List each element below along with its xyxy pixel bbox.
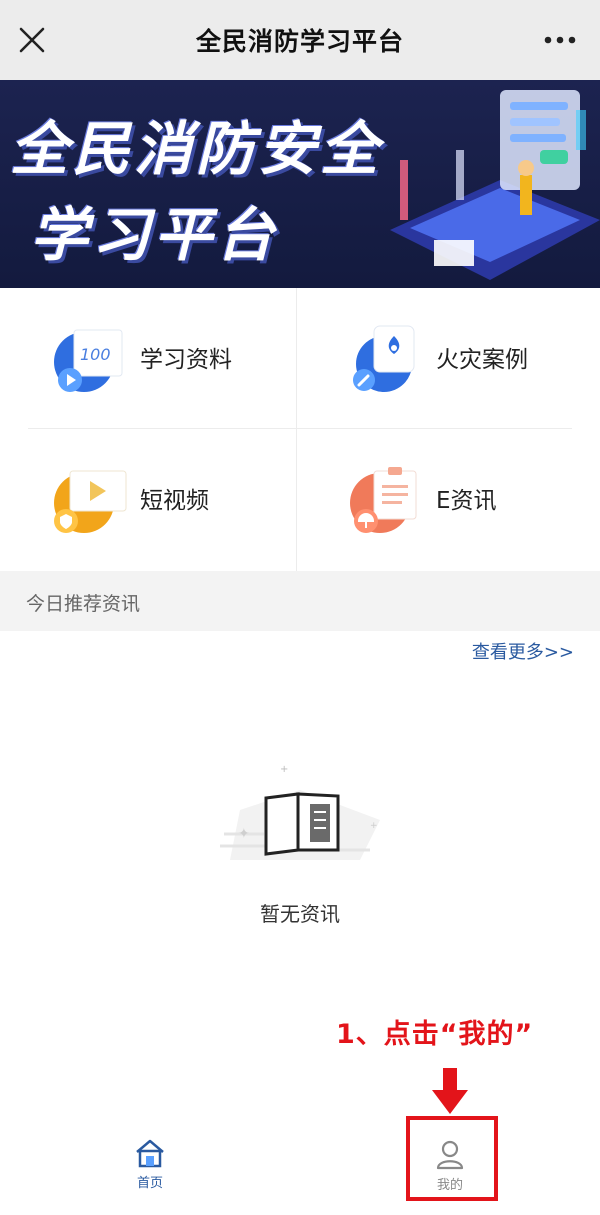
grid-item-label: 短视频 xyxy=(140,488,209,514)
study-materials-icon: 100 xyxy=(54,329,123,392)
arrow-down-icon xyxy=(432,1068,468,1114)
grid-item-label: 火灾案例 xyxy=(436,347,528,373)
empty-state-text: 暂无资讯 xyxy=(260,902,340,926)
tab-home-label: 首页 xyxy=(136,1176,163,1191)
bottom-tab-bar: 首页 我的 xyxy=(0,1118,600,1215)
grid-item-e-news[interactable]: E资讯 xyxy=(296,429,592,569)
page-title: 全民消防学习平台 xyxy=(195,27,404,56)
grid-item-label: E资讯 xyxy=(436,488,497,514)
banner-illustration xyxy=(390,90,600,280)
grid-item-label: 学习资料 xyxy=(140,347,232,373)
svg-text:100: 100 xyxy=(80,345,111,364)
more-options-icon[interactable] xyxy=(538,22,582,58)
svg-text:✦: ✦ xyxy=(238,826,250,842)
e-news-icon xyxy=(350,467,417,533)
fire-case-icon xyxy=(353,325,415,392)
feature-grid: 100 学习资料 火灾案例 短视频 E资讯 xyxy=(0,288,600,571)
svg-text:+: + xyxy=(280,764,288,775)
close-icon[interactable] xyxy=(14,22,50,58)
section-title: 今日推荐资讯 xyxy=(26,593,141,615)
banner[interactable]: 全民消防安全 学习平台 xyxy=(0,80,600,288)
view-more-link[interactable]: 查看更多>> xyxy=(472,638,574,664)
short-video-icon xyxy=(54,470,127,533)
highlight-box xyxy=(406,1116,498,1201)
title-bar: 全民消防学习平台 xyxy=(0,0,600,80)
tutorial-annotation-text: 1、点击“我的” xyxy=(336,1019,534,1050)
grid-item-fire-cases[interactable]: 火灾案例 xyxy=(296,288,592,428)
section-header: 今日推荐资讯 xyxy=(0,571,600,631)
banner-line2: 学习平台 xyxy=(30,201,279,269)
svg-text:+: + xyxy=(370,821,378,831)
home-icon xyxy=(136,1139,164,1168)
banner-line1: 全民消防安全 xyxy=(10,115,383,183)
tab-home[interactable]: 首页 xyxy=(110,1138,190,1198)
grid-item-short-video[interactable]: 短视频 xyxy=(0,429,296,569)
empty-book-icon: ✦ + + xyxy=(220,764,380,860)
grid-item-study-materials[interactable]: 100 学习资料 xyxy=(0,288,296,428)
